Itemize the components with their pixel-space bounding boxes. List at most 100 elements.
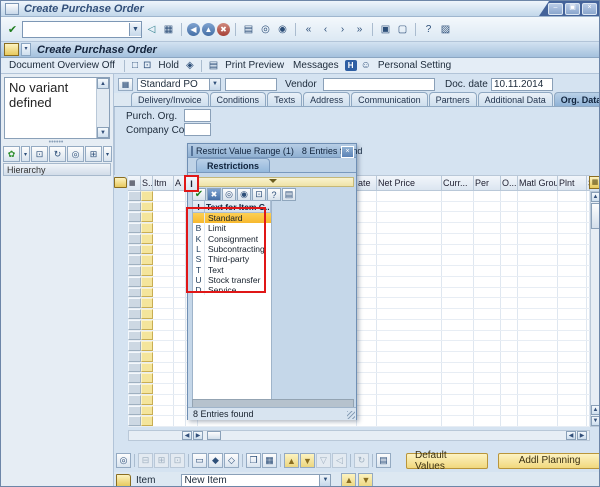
toolbar-separator[interactable] <box>242 454 243 467</box>
help-icon[interactable]: ? <box>421 22 436 37</box>
find-next-icon[interactable]: ◉ <box>275 22 290 37</box>
grid-cell[interactable] <box>501 266 518 276</box>
grid-cell[interactable] <box>377 223 442 233</box>
grid-cell[interactable] <box>377 416 442 427</box>
grid-horizontal-scrollbar[interactable]: ◀ ▶ ◀ ▶ <box>128 430 590 441</box>
grid-cell[interactable] <box>501 341 518 352</box>
grid-cell[interactable] <box>174 309 186 319</box>
grid-cell[interactable] <box>377 244 442 255</box>
grid-cell[interactable] <box>174 201 186 212</box>
toolbar-separator[interactable] <box>280 454 281 467</box>
toolbar-separator[interactable] <box>134 454 135 467</box>
delete-item-icon[interactable]: ▭ <box>192 453 207 468</box>
grid-cell[interactable] <box>153 212 174 223</box>
sort-ascending-icon[interactable]: ▲ <box>284 453 299 468</box>
grid-cell[interactable] <box>153 341 174 352</box>
toolbar-separator[interactable] <box>188 454 189 467</box>
print-icon[interactable]: ▤ <box>282 188 296 201</box>
doc-type-select[interactable]: Standard PO ▼ <box>137 78 221 91</box>
grid-cell[interactable] <box>474 255 501 266</box>
grid-cell[interactable] <box>357 244 377 255</box>
last-page-icon[interactable]: » <box>352 22 367 37</box>
grid-cell[interactable] <box>174 341 186 352</box>
grid-cell[interactable] <box>141 298 153 309</box>
toolbar-separator[interactable] <box>235 22 236 36</box>
grid-cell[interactable] <box>558 223 587 233</box>
grid-cell[interactable] <box>442 373 474 384</box>
search-item-icon[interactable]: ◎ <box>116 453 131 468</box>
first-page-icon[interactable]: « <box>301 22 316 37</box>
scroll-up2-icon[interactable]: ▲ <box>591 405 599 415</box>
grid-column-header[interactable]: S... <box>141 175 153 191</box>
grid-cell[interactable] <box>153 255 174 266</box>
grid-cell[interactable] <box>357 233 377 244</box>
cancel-icon[interactable]: ✖ <box>217 22 230 36</box>
print-preview-icon[interactable]: ▤ <box>208 60 219 71</box>
tab[interactable]: Org. Data <box>553 92 599 106</box>
grid-cell[interactable] <box>518 319 558 330</box>
item-details-icon[interactable]: ▤ <box>376 453 391 468</box>
grid-cell[interactable] <box>357 384 377 394</box>
grid-cell[interactable] <box>474 319 501 330</box>
gross-display-icon[interactable]: ▦ <box>262 453 277 468</box>
grid-cell[interactable] <box>518 233 558 244</box>
grid-cell[interactable] <box>377 384 442 394</box>
grid-cell[interactable] <box>357 287 377 298</box>
grid-cell[interactable] <box>357 405 377 416</box>
grid-cell[interactable] <box>377 352 442 362</box>
grid-cell[interactable] <box>501 223 518 233</box>
row-selector-cell[interactable] <box>128 330 141 341</box>
variant-scrollbar[interactable]: ▲ ▼ <box>96 78 109 138</box>
lock-item-icon[interactable]: ◆ <box>208 453 223 468</box>
grid-cell[interactable] <box>501 276 518 287</box>
grid-cell[interactable] <box>153 384 174 394</box>
back-nav-icon[interactable]: ◁ <box>144 22 159 37</box>
tab[interactable]: Texts <box>267 92 303 106</box>
grid-cell[interactable] <box>174 266 186 276</box>
refresh-items-icon[interactable]: ↻ <box>354 453 369 468</box>
grid-cell[interactable] <box>442 266 474 276</box>
layout-dropdown-icon[interactable]: ▾ <box>103 146 112 162</box>
grid-cell[interactable] <box>377 266 442 276</box>
grid-cell[interactable] <box>474 384 501 394</box>
grid-cell[interactable] <box>153 319 174 330</box>
grid-cell[interactable] <box>442 309 474 319</box>
row-selector-cell[interactable] <box>128 287 141 298</box>
hold-lock-icon[interactable]: ◈ <box>185 60 195 71</box>
grid-cell[interactable] <box>174 352 186 362</box>
order-number-field[interactable] <box>225 78 277 91</box>
scroll-down-icon[interactable]: ▼ <box>97 127 109 138</box>
row-selector-cell[interactable] <box>128 373 141 384</box>
grid-cell[interactable] <box>153 287 174 298</box>
row-selector-cell[interactable] <box>128 384 141 394</box>
grid-cell[interactable] <box>501 233 518 244</box>
tab[interactable]: Communication <box>351 92 428 106</box>
tab[interactable]: Conditions <box>209 92 267 106</box>
toolbar-separator[interactable] <box>372 22 373 36</box>
grid-cell[interactable] <box>174 276 186 287</box>
grid-cell[interactable] <box>357 373 377 384</box>
grid-cell[interactable] <box>377 287 442 298</box>
grid-cell[interactable] <box>357 352 377 362</box>
grid-cell[interactable] <box>174 287 186 298</box>
grid-cell[interactable] <box>518 373 558 384</box>
unlock-item-icon[interactable]: ◇ <box>224 453 239 468</box>
grid-cell[interactable] <box>357 362 377 373</box>
grid-cell[interactable] <box>141 244 153 255</box>
tab[interactable]: Partners <box>428 92 477 106</box>
grid-cell[interactable] <box>501 212 518 223</box>
grid-column-header[interactable]: Net Price <box>377 175 442 191</box>
grid-cell[interactable] <box>501 394 518 405</box>
grid-cell[interactable] <box>153 233 174 244</box>
grid-cell[interactable] <box>153 276 174 287</box>
grid-cell[interactable] <box>377 191 442 201</box>
grid-cell[interactable] <box>153 191 174 201</box>
grid-cell[interactable] <box>518 255 558 266</box>
row-selector-cell[interactable] <box>128 416 141 427</box>
grid-cell[interactable] <box>558 319 587 330</box>
grid-cell[interactable] <box>474 223 501 233</box>
grid-cell[interactable] <box>141 309 153 319</box>
grid-cell[interactable] <box>558 384 587 394</box>
variant-icon[interactable]: ✿ <box>3 146 20 162</box>
grid-column-header[interactable]: Matl Group <box>518 175 558 191</box>
